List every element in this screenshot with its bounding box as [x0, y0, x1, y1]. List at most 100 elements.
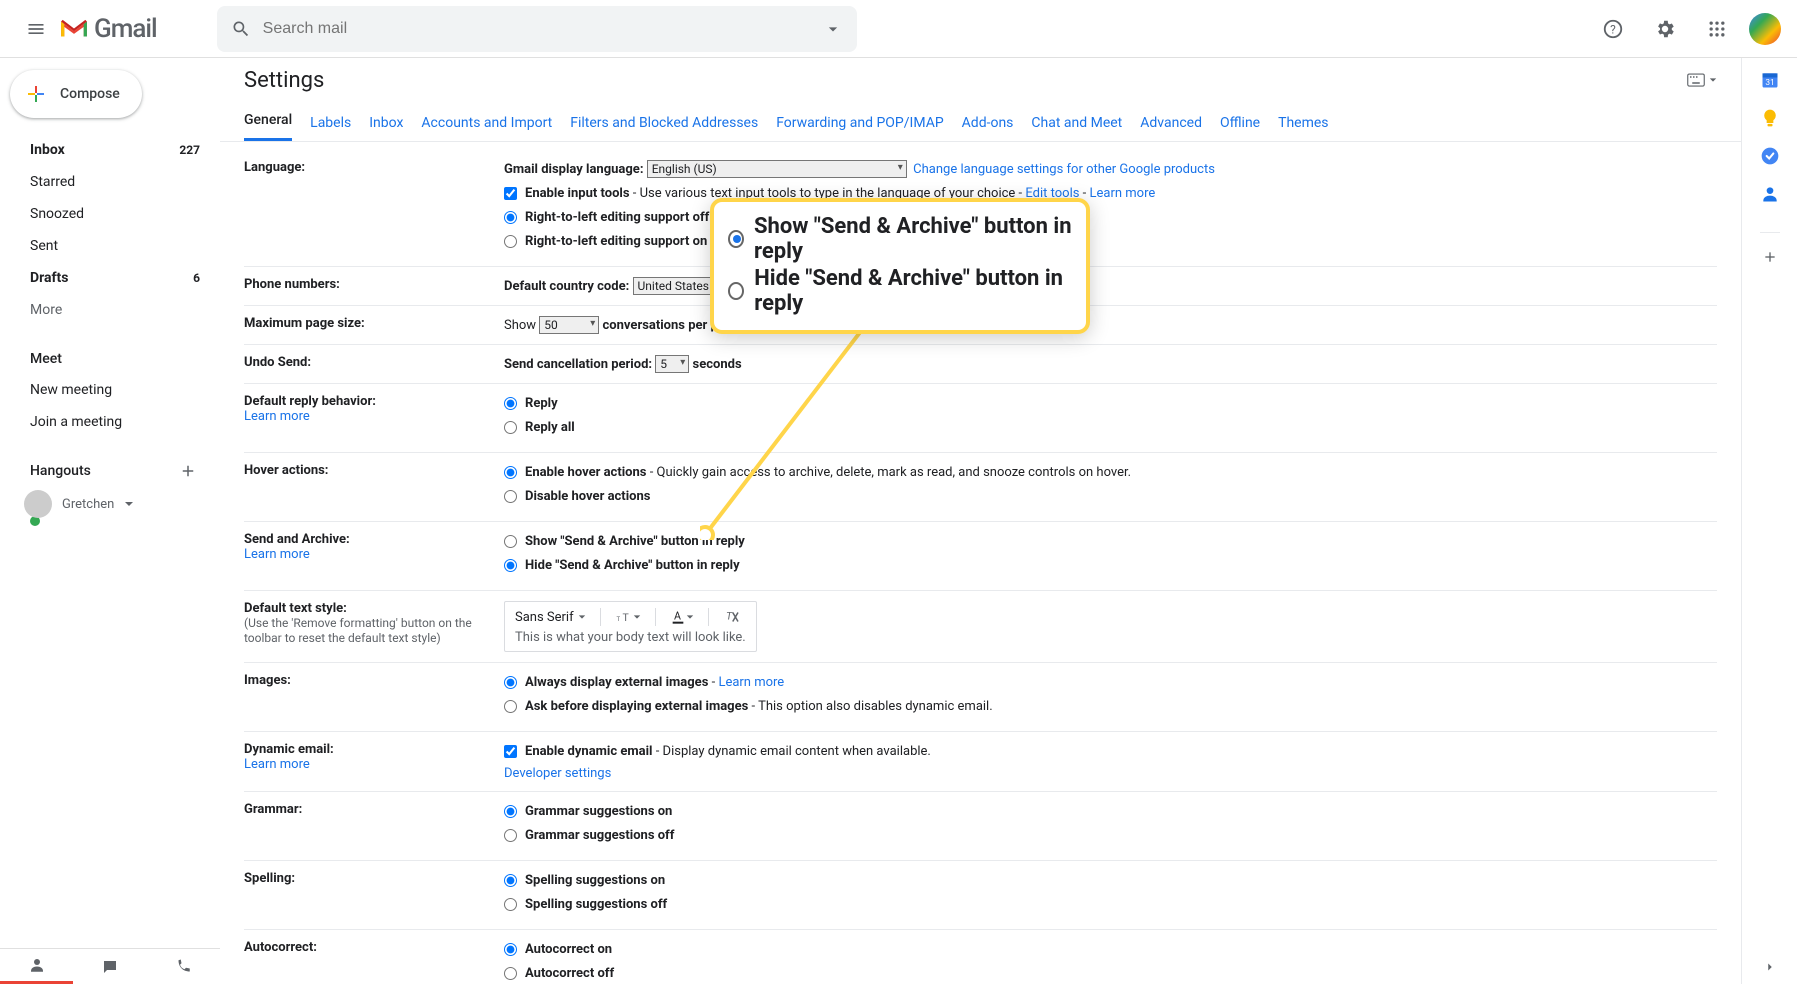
- rtl-off-radio[interactable]: [504, 211, 517, 224]
- tab-accounts-import[interactable]: Accounts and Import: [421, 115, 552, 141]
- undo-period-select[interactable]: 5: [655, 355, 689, 373]
- chevron-down-icon: [686, 613, 694, 621]
- get-addons-button[interactable]: [1760, 232, 1780, 267]
- ask-display-desc: - This option also disables dynamic emai…: [748, 699, 992, 714]
- sidebar-item-sent[interactable]: Sent: [4, 230, 212, 262]
- tab-add-ons[interactable]: Add-ons: [962, 115, 1014, 141]
- sidebar-item-new-meeting[interactable]: New meeting: [4, 374, 212, 406]
- search-input[interactable]: [263, 20, 823, 38]
- plus-icon: [179, 462, 197, 480]
- row-label: Default reply behavior:: [244, 394, 376, 409]
- sidebar-item-drafts[interactable]: Drafts 6: [4, 262, 212, 294]
- sidebar-item-starred[interactable]: Starred: [4, 166, 212, 198]
- hide-send-archive-radio[interactable]: [504, 559, 517, 572]
- learn-more-link[interactable]: Learn more: [1090, 186, 1156, 201]
- enable-hover-radio[interactable]: [504, 466, 517, 479]
- row-send-archive: Send and Archive: Learn more Show "Send …: [244, 522, 1717, 591]
- account-avatar[interactable]: [1749, 13, 1781, 45]
- always-display-images-radio[interactable]: [504, 676, 517, 689]
- hangouts-contacts-tab[interactable]: [0, 949, 73, 984]
- collapse-panel-button[interactable]: [1763, 960, 1777, 974]
- tab-offline[interactable]: Offline: [1220, 115, 1260, 141]
- calendar-icon[interactable]: 31: [1760, 70, 1780, 90]
- developer-settings-link[interactable]: Developer settings: [504, 766, 611, 781]
- google-apps-button[interactable]: [1697, 9, 1737, 49]
- gmail-logo[interactable]: Gmail: [60, 14, 157, 44]
- sidebar-item-label: Join a meeting: [30, 414, 122, 430]
- search-options-icon[interactable]: [823, 19, 843, 39]
- tab-labels[interactable]: Labels: [310, 115, 351, 141]
- contacts-icon[interactable]: [1760, 184, 1780, 204]
- spelling-on-radio[interactable]: [504, 874, 517, 887]
- autocorrect-off-label: Autocorrect off: [525, 964, 614, 984]
- main-header: Settings: [220, 58, 1741, 102]
- tab-themes[interactable]: Themes: [1278, 115, 1328, 141]
- main-menu-button[interactable]: [16, 9, 56, 49]
- tab-general[interactable]: General: [244, 112, 292, 141]
- hangouts-self-row[interactable]: Gretchen: [4, 486, 212, 522]
- clear-formatting-icon: T: [723, 608, 741, 626]
- sidebar-item-snoozed[interactable]: Snoozed: [4, 198, 212, 230]
- row-label: Send and Archive:: [244, 532, 350, 547]
- compose-label: Compose: [60, 86, 120, 102]
- undo-suffix: seconds: [693, 357, 742, 372]
- remove-formatting-button[interactable]: T: [723, 608, 741, 626]
- ask-display-images-radio[interactable]: [504, 700, 517, 713]
- learn-more-link[interactable]: Learn more: [244, 409, 310, 424]
- tab-inbox[interactable]: Inbox: [369, 115, 403, 141]
- row-autocorrect: Autocorrect: Autocorrect on Autocorrect …: [244, 930, 1717, 984]
- keep-icon[interactable]: [1760, 108, 1780, 128]
- learn-more-link[interactable]: Learn more: [718, 675, 784, 690]
- display-language-label: Gmail display language:: [504, 162, 643, 177]
- chevron-down-icon: [124, 499, 134, 509]
- row-label: Images:: [244, 673, 291, 688]
- grammar-on-radio[interactable]: [504, 805, 517, 818]
- autocorrect-on-radio[interactable]: [504, 943, 517, 956]
- font-size-dropdown[interactable]: TT: [615, 610, 641, 624]
- row-label: Maximum page size:: [244, 316, 365, 331]
- settings-button[interactable]: [1645, 9, 1685, 49]
- show-send-archive-radio[interactable]: [504, 535, 517, 548]
- font-family-dropdown[interactable]: Sans Serif: [515, 610, 586, 625]
- disable-hover-radio[interactable]: [504, 490, 517, 503]
- change-language-link[interactable]: Change language settings for other Googl…: [913, 162, 1215, 177]
- hangouts-self-name: Gretchen: [62, 497, 114, 512]
- text-size-icon: TT: [615, 610, 633, 624]
- tab-chat-meet[interactable]: Chat and Meet: [1031, 115, 1122, 141]
- sidebar-item-count: 227: [179, 143, 200, 157]
- sidebar-item-label: Inbox: [30, 142, 65, 158]
- sidebar-item-label: Snoozed: [30, 206, 84, 222]
- hangouts-chat-tab[interactable]: [73, 949, 146, 984]
- text-style-toolbar: Sans Serif TT A T This is what your body…: [504, 601, 757, 652]
- reply-all-radio[interactable]: [504, 421, 517, 434]
- new-chat-button[interactable]: [176, 459, 200, 483]
- enable-hover-label: Enable hover actions: [525, 465, 646, 480]
- hangouts-phone-tab[interactable]: [147, 949, 220, 984]
- search-bar[interactable]: [217, 6, 857, 52]
- grammar-off-radio[interactable]: [504, 829, 517, 842]
- input-tools-button[interactable]: [1687, 66, 1717, 94]
- sidebar-item-more[interactable]: More: [4, 294, 212, 326]
- reply-radio[interactable]: [504, 397, 517, 410]
- enable-dynamic-email-checkbox[interactable]: [504, 745, 517, 758]
- sidebar-item-join-meeting[interactable]: Join a meeting: [4, 406, 212, 438]
- text-style-sample: This is what your body text will look li…: [515, 630, 746, 645]
- learn-more-link[interactable]: Learn more: [244, 547, 310, 562]
- display-language-select[interactable]: English (US): [647, 160, 907, 178]
- learn-more-link[interactable]: Learn more: [244, 757, 310, 772]
- support-button[interactable]: ?: [1593, 9, 1633, 49]
- tab-forwarding-pop-imap[interactable]: Forwarding and POP/IMAP: [776, 115, 943, 141]
- page-size-select[interactable]: 50: [539, 316, 599, 334]
- autocorrect-off-radio[interactable]: [504, 967, 517, 980]
- text-color-dropdown[interactable]: A: [670, 609, 694, 625]
- spelling-off-radio[interactable]: [504, 898, 517, 911]
- country-code-label: Default country code:: [504, 279, 629, 294]
- sidebar-section-hangouts: Hangouts Gretchen: [4, 456, 212, 526]
- compose-button[interactable]: Compose: [10, 70, 142, 118]
- sidebar-item-inbox[interactable]: Inbox 227: [4, 134, 212, 166]
- tasks-icon[interactable]: [1760, 146, 1780, 166]
- rtl-on-radio[interactable]: [504, 235, 517, 248]
- enable-input-tools-checkbox[interactable]: [504, 187, 517, 200]
- tab-advanced[interactable]: Advanced: [1140, 115, 1202, 141]
- tab-filters-blocked[interactable]: Filters and Blocked Addresses: [570, 115, 758, 141]
